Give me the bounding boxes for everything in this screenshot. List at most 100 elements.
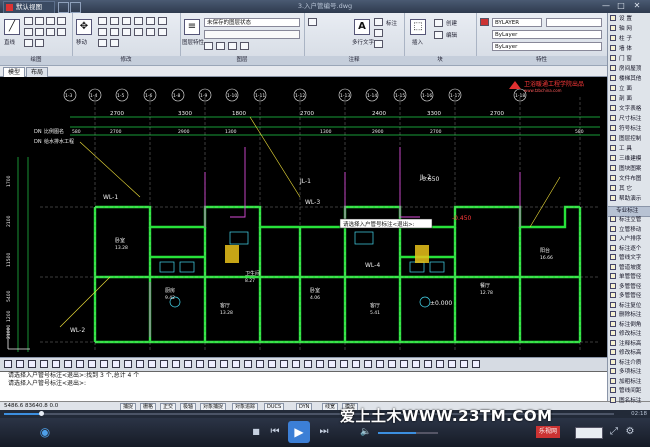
move-tool-icon[interactable]: ✥ [76,19,92,35]
linetype-select[interactable]: ByLayer [492,30,602,39]
palette-item[interactable]: 符号标注 [608,125,650,135]
palette-item[interactable]: 墙 体 [608,45,650,55]
draw-toolbar-icon[interactable] [28,360,36,368]
draw-toolbar-icon[interactable] [64,360,72,368]
draw-toolbar-icon[interactable] [388,360,396,368]
layer-lock-icon[interactable] [216,42,225,50]
quality-button[interactable] [575,427,603,439]
draw-toolbar-icon[interactable] [436,360,444,368]
command-line[interactable]: 请选择入户管号标注<退出>:找到 3 个,总计 4 个 请选择入户管号标注<退出… [0,371,607,402]
palette-item[interactable]: 三维建模 [608,155,650,165]
chamfer-icon[interactable] [98,39,107,47]
leader-icon[interactable] [374,29,383,37]
palette-item[interactable]: 标注倒角 [608,320,650,331]
draw-toolbar-icon[interactable] [292,360,300,368]
palette-item[interactable]: 多项标注 [608,368,650,378]
palette-item[interactable]: 注释标高 [608,339,650,350]
palette-item[interactable]: 加粗标注 [608,377,650,388]
stretch-icon[interactable] [122,28,131,36]
draw-toolbar-icon[interactable] [352,360,360,368]
draw-toolbar-icon[interactable] [16,360,24,368]
draw-toolbar-icon[interactable] [340,360,348,368]
gradient-icon[interactable] [35,39,44,47]
region-icon[interactable] [57,28,66,36]
progress-handle[interactable] [38,411,44,416]
color-select[interactable]: BYLAYER [492,18,542,27]
maximize-button[interactable]: □ [615,1,627,11]
drawing-canvas[interactable]: 1-3 1-4 1-5 1-6 1-8 1-9 1-10 1-11 1-12 1-13 1-14 1-… [0,77,607,357]
multiline-text-icon[interactable]: A [354,19,370,35]
draw-toolbar-icon[interactable] [280,360,288,368]
rotate-icon[interactable] [98,17,107,25]
ellipse-icon[interactable] [35,28,44,36]
palette-item[interactable]: 其 它 [608,185,650,195]
draw-toolbar-icon[interactable] [160,360,168,368]
scale-icon[interactable] [134,28,143,36]
draw-toolbar-icon[interactable] [304,360,312,368]
palette-item[interactable]: 立 面 [608,85,650,95]
settings-icon[interactable]: ⚙ [624,426,636,438]
palette-item[interactable]: 图名标注 [608,396,650,407]
play-button[interactable]: ▶ [288,421,310,443]
palette-item[interactable]: 标注复位 [608,301,650,312]
palette-item[interactable]: 标注介质 [608,358,650,369]
command-input[interactable] [0,387,607,395]
lineweight-select[interactable]: ByLayer [492,42,602,51]
layer-state-select[interactable]: 未保存的图层状态 [204,18,300,27]
draw-toolbar-icon[interactable] [400,360,408,368]
previous-icon[interactable]: ⏮ [268,426,282,438]
mirror-icon[interactable] [158,17,167,25]
draw-toolbar-icon[interactable] [136,360,144,368]
palette-item[interactable]: 标注立管 [608,216,650,226]
break-icon[interactable] [110,39,119,47]
palette-item[interactable]: 修改标高 [608,349,650,359]
circle-icon[interactable] [35,17,44,25]
draw-toolbar-icon[interactable] [76,360,84,368]
eye-icon[interactable]: ◉ [34,426,56,438]
palette-item[interactable]: 楼梯其他 [608,75,650,85]
palette-item[interactable]: 修改标注 [608,330,650,340]
rectangle-icon[interactable] [57,17,66,25]
draw-toolbar-icon[interactable] [40,360,48,368]
layer-off-icon[interactable] [228,42,237,50]
palette-item[interactable]: 管线间距 [608,387,650,397]
palette-item[interactable]: 多管管径 [608,282,650,293]
spline-icon[interactable] [46,28,55,36]
close-button[interactable]: ✕ [631,1,643,11]
explode-icon[interactable] [110,28,119,36]
draw-toolbar-icon[interactable] [208,360,216,368]
layer-freeze-icon[interactable] [204,42,213,50]
next-icon[interactable]: ⏭ [317,426,331,438]
stop-icon[interactable]: ■ [250,426,262,438]
line-tool-icon[interactable]: ╱ [4,19,20,35]
palette-item[interactable]: 图层控制 [608,135,650,145]
offset-icon[interactable] [158,28,167,36]
insert-block-icon[interactable]: ⬚ [410,19,426,35]
point-icon[interactable] [24,39,33,47]
array-icon[interactable] [146,28,155,36]
palette-item[interactable]: 房间屋顶 [608,65,650,75]
draw-toolbar-icon[interactable] [316,360,324,368]
color-swatch-icon[interactable] [480,18,489,26]
draw-toolbar-icon[interactable] [448,360,456,368]
extend-icon[interactable] [122,17,131,25]
palette-item[interactable]: 入户排序 [608,235,650,245]
hatch-icon[interactable] [24,28,33,36]
draw-toolbar-icon[interactable] [100,360,108,368]
tab-layout[interactable]: 布局 [26,67,49,77]
fillet-icon[interactable] [98,28,107,36]
palette-item[interactable]: 多管管径 [608,292,650,302]
palette-item[interactable]: 工 具 [608,145,650,155]
palette-item[interactable]: 标注逐个 [608,244,650,255]
palette-item[interactable]: 管道坡度 [608,263,650,274]
draw-toolbar-icon[interactable] [4,360,12,368]
palette-item[interactable]: 文字表格 [608,105,650,115]
fullscreen-icon[interactable]: ⤢ [608,426,620,438]
plot-style-select[interactable] [546,18,602,27]
erase-icon[interactable] [134,17,143,25]
palette-item[interactable]: 删除标注 [608,311,650,321]
draw-toolbar-icon[interactable] [172,360,180,368]
palette-item[interactable]: 柱 子 [608,35,650,45]
palette-item[interactable]: 管线文字 [608,254,650,264]
draw-toolbar-icon[interactable] [112,360,120,368]
